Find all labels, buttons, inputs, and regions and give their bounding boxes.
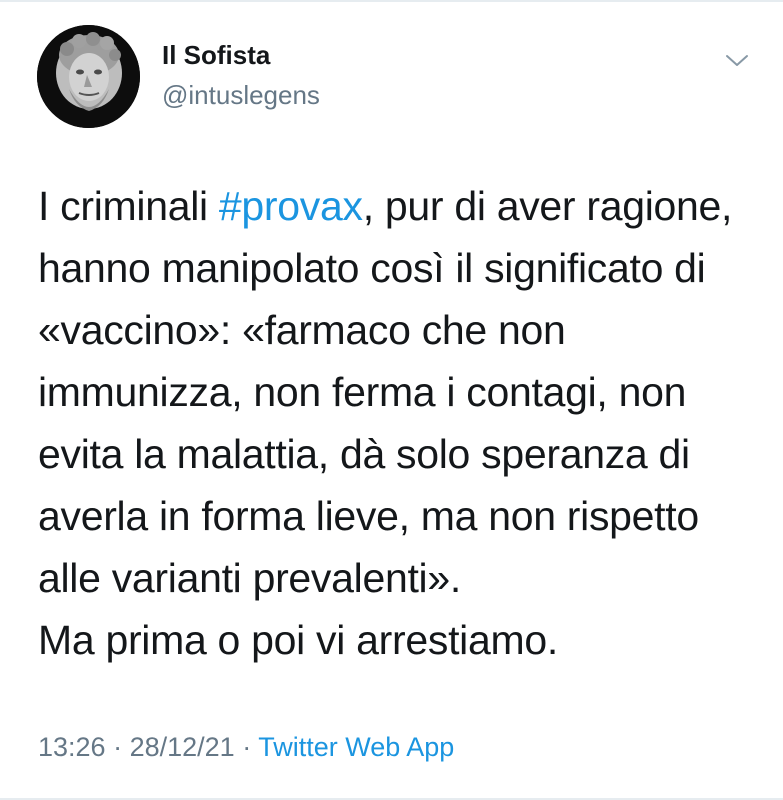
tweet-source-link[interactable]: Twitter Web App [258, 732, 454, 762]
tweet-text-segment: I criminali [38, 183, 219, 229]
meta-separator: · [234, 732, 259, 762]
tweet-line: alle varianti prevalenti». [38, 555, 461, 601]
tweet-line: averla in forma lieve, ma non rispetto [38, 493, 699, 539]
tweet-line: immunizza, non ferma i contagi, non [38, 369, 687, 415]
tweet-line: «vaccino»: «farmaco che non [38, 307, 566, 353]
tweet-metadata: 13:26 · 28/12/21 · Twitter Web App [38, 730, 454, 764]
meta-separator: · [105, 732, 130, 762]
tweet-time[interactable]: 13:26 [38, 732, 106, 762]
bust-portrait-icon [37, 25, 140, 128]
tweet-card: Il Sofista @intuslegens I criminali #pro… [0, 0, 783, 800]
user-handle[interactable]: @intuslegens [162, 80, 320, 110]
tweet-text: I criminali #provax, pur di aver ragione… [38, 175, 758, 671]
tweet-date[interactable]: 28/12/21 [130, 732, 235, 762]
tweet-line: evita la malattia, dà solo speranza di [38, 431, 690, 477]
hashtag-link[interactable]: #provax [219, 183, 363, 229]
tweet-text-segment: , pur di aver ragione, [362, 183, 733, 229]
avatar[interactable] [37, 25, 140, 128]
tweet-line: hanno manipolato così il significato di [38, 245, 706, 291]
display-name[interactable]: Il Sofista [162, 40, 270, 70]
tweet-line: Ma prima o poi vi arrestiamo. [38, 617, 558, 663]
chevron-down-icon[interactable] [724, 50, 750, 70]
top-divider [0, 0, 783, 2]
tweet-line: I criminali #provax, pur di aver ragione… [38, 175, 758, 237]
